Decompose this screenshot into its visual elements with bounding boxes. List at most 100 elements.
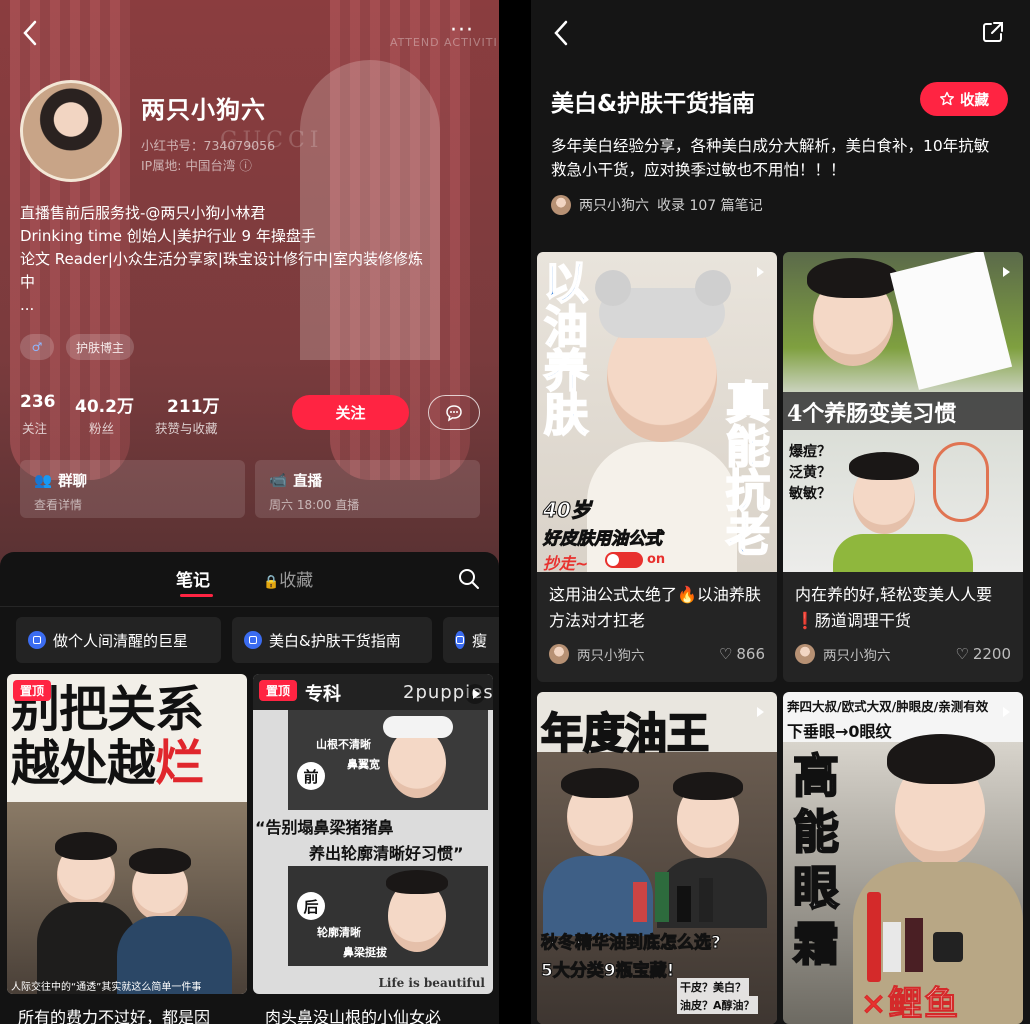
avatar [795, 644, 815, 664]
collection-chip[interactable]: 做个人间清醒的巨星 [16, 617, 221, 663]
screen-gap [499, 0, 531, 1024]
collection-chip[interactable]: 瘦 [443, 617, 499, 663]
cover-question: 爆痘？ [789, 444, 831, 460]
like-count: 2200 [972, 645, 1011, 663]
avatar[interactable] [20, 80, 122, 182]
headband [383, 716, 453, 738]
collection-screen: 美白&护肤干货指南 收藏 多年美白经验分享，各种美白成分大解析，美白食补，10年… [531, 0, 1030, 1024]
product-jar [933, 932, 963, 962]
collection-description: 多年美白经验分享，各种美白成分大解析，美白食补，10年抗敏救急小干货，应对换季过… [551, 137, 990, 179]
person-hair [129, 848, 191, 874]
group-chat-subtitle: 查看详情 [34, 498, 83, 512]
follow-button[interactable]: 关注 [292, 395, 409, 430]
note-footer: 两只小狗六 ♡ 866 [537, 636, 777, 672]
note-author[interactable]: 两只小狗六 [795, 644, 891, 664]
cover-banner: 4个养肠变美习惯 [787, 401, 957, 427]
like-button[interactable]: ♡ 2200 [955, 645, 1011, 663]
chevron-left-icon [23, 20, 37, 46]
author-name: 两只小狗六 [579, 198, 649, 214]
pinned-badge: 置顶 [259, 680, 298, 701]
person-hair [55, 832, 117, 860]
note-card[interactable]: 年度油王 秋冬精华油到底怎么选? 5大分类9瓶宝藏! 干皮？美白？ 油皮？A醇油… [537, 692, 777, 1024]
tab-collect-label: 收藏 [279, 571, 314, 591]
live-subtitle: 周六 18:00 直播 [269, 498, 360, 512]
back-button[interactable] [22, 20, 38, 51]
back-button[interactable] [553, 20, 569, 51]
note-label: 鼻翼宽 [347, 758, 380, 771]
chat-bubble-icon [446, 404, 462, 422]
note-caption: 内在养的好,轻松变美人人要❗肠道调理干货 [795, 585, 993, 630]
profile-bio[interactable]: 直播售前后服务找-@两只小狗小林君 Drinking time 创始人|美护行业… [20, 202, 480, 317]
note-cover: 以油养肤 真能抗老 40岁 好皮肤用油公式 抄走~ on [537, 252, 777, 572]
product-bottle [883, 922, 901, 972]
author-name: 两只小狗六 [823, 648, 891, 664]
play-icon [995, 262, 1015, 282]
bio-line: ... [20, 296, 35, 314]
headline-part: 越处越 [11, 734, 156, 792]
lock-icon: 🔒 [263, 575, 280, 590]
cover-question: 泛黄？ [789, 465, 831, 481]
collect-button[interactable]: 收藏 [920, 82, 1008, 116]
person-body [833, 534, 973, 572]
note-card[interactable]: 专科 2puppies 山根不清晰 鼻翼宽 前 “告别塌鼻梁猪猪鼻 养出轮廓清晰… [253, 674, 493, 994]
cover-line: 秋冬精华油到底怎么选? [541, 933, 722, 954]
chevron-left-icon [554, 20, 568, 46]
author-name: 两只小狗六 [577, 648, 645, 664]
collection-chip[interactable]: 美白&护肤干货指南 [232, 617, 432, 663]
note-label: 鼻梁挺拔 [343, 946, 387, 959]
cover-formula: 好皮肤用油公式 [543, 529, 663, 550]
note-photo-before [288, 710, 488, 810]
bottles-graphic [633, 872, 773, 922]
followers-label: 粉丝 [89, 421, 115, 436]
play-icon [749, 702, 769, 722]
collect-label: 收藏 [960, 92, 989, 109]
note-cover: 奔四大叔/欧式大双/肿眼皮/亲测有效 下垂眼→0眼纹 高能眼霜 [783, 692, 1023, 1024]
collection-author[interactable]: 两只小狗六 收录 107 篇笔记 [551, 195, 763, 215]
category-tag: 护肤博主 [66, 334, 135, 360]
person-face [388, 728, 446, 798]
search-icon [459, 569, 479, 589]
play-icon [465, 684, 485, 704]
cover-banner: 年度油王 [540, 708, 710, 759]
followers-count[interactable]: 40.2万 [75, 392, 134, 417]
following-count[interactable]: 236 [20, 392, 56, 412]
group-chat-card[interactable]: 👥 群聊 查看详情 [20, 460, 245, 518]
share-icon [983, 22, 1003, 42]
person-hair [807, 258, 899, 298]
note-card[interactable]: 别把关系 越处越烂 置顶 人际交往中的“通透”其实就这么简单一件事 [7, 674, 247, 994]
tab-notes[interactable]: 笔记 [176, 566, 210, 591]
note-author[interactable]: 两只小狗六 [549, 644, 645, 664]
person-hair [386, 870, 448, 894]
note-quote: “告别塌鼻梁猪猪鼻 [255, 818, 394, 837]
cover-tag: 干皮？美白？ [677, 978, 749, 996]
cover-line: 5大分类9瓶宝藏! [540, 961, 675, 982]
search-button[interactable] [458, 568, 480, 594]
tab-collect[interactable]: 🔒收藏 [263, 566, 313, 591]
note-cover: 4个养肠变美习惯 爆痘？ 泛黄？ 敏敏？ [783, 252, 1023, 572]
red-id: 小红书号：734079056 [141, 138, 276, 153]
note-quote: 养出轮廓清晰好习惯” [309, 844, 464, 863]
more-button[interactable]: ··· [450, 20, 474, 42]
bear-ear [695, 270, 731, 306]
bio-line: 直播售前后服务找-@两只小狗小林君 [20, 204, 266, 222]
note-card[interactable]: 奔四大叔/欧式大双/肿眼皮/亲测有效 下垂眼→0眼纹 高能眼霜 [783, 692, 1023, 1024]
likes-label: 获赞与收藏 [155, 421, 218, 436]
likes-count[interactable]: 211万 [167, 392, 220, 417]
note-card[interactable]: 4个养肠变美习惯 爆痘？ 泛黄？ 敏敏？ 内在养的好,轻松变美人人要❗肠道调理干… [783, 252, 1023, 682]
person-hair [561, 768, 639, 798]
note-corner-text: 专科 [305, 684, 341, 705]
bio-line: 中 [20, 273, 36, 291]
like-button[interactable]: ♡ 866 [719, 645, 765, 663]
backdrop-watermark: ATTEND ACTIVITI [390, 36, 498, 49]
info-icon[interactable]: ⓘ [239, 158, 252, 173]
gender-tag: ♂ [20, 334, 54, 360]
toggle-label: on [647, 552, 666, 567]
live-card[interactable]: 📹 直播 周六 18:00 直播 [255, 460, 480, 518]
bio-line: 论文 Reader|小众生活分享家|珠宝设计修行中|室内装修修炼 [20, 250, 424, 268]
group-icon: 👥 [34, 473, 53, 489]
note-caption: 肉头鼻没山根的小仙女必 [265, 1008, 442, 1024]
note-card[interactable]: 以油养肤 真能抗老 40岁 好皮肤用油公式 抄走~ on 这用油公式太绝了🔥以油… [537, 252, 777, 682]
share-button[interactable] [981, 20, 1005, 49]
cover-tag: 油皮？A醇油？ [677, 996, 758, 1014]
message-button[interactable] [428, 395, 480, 430]
